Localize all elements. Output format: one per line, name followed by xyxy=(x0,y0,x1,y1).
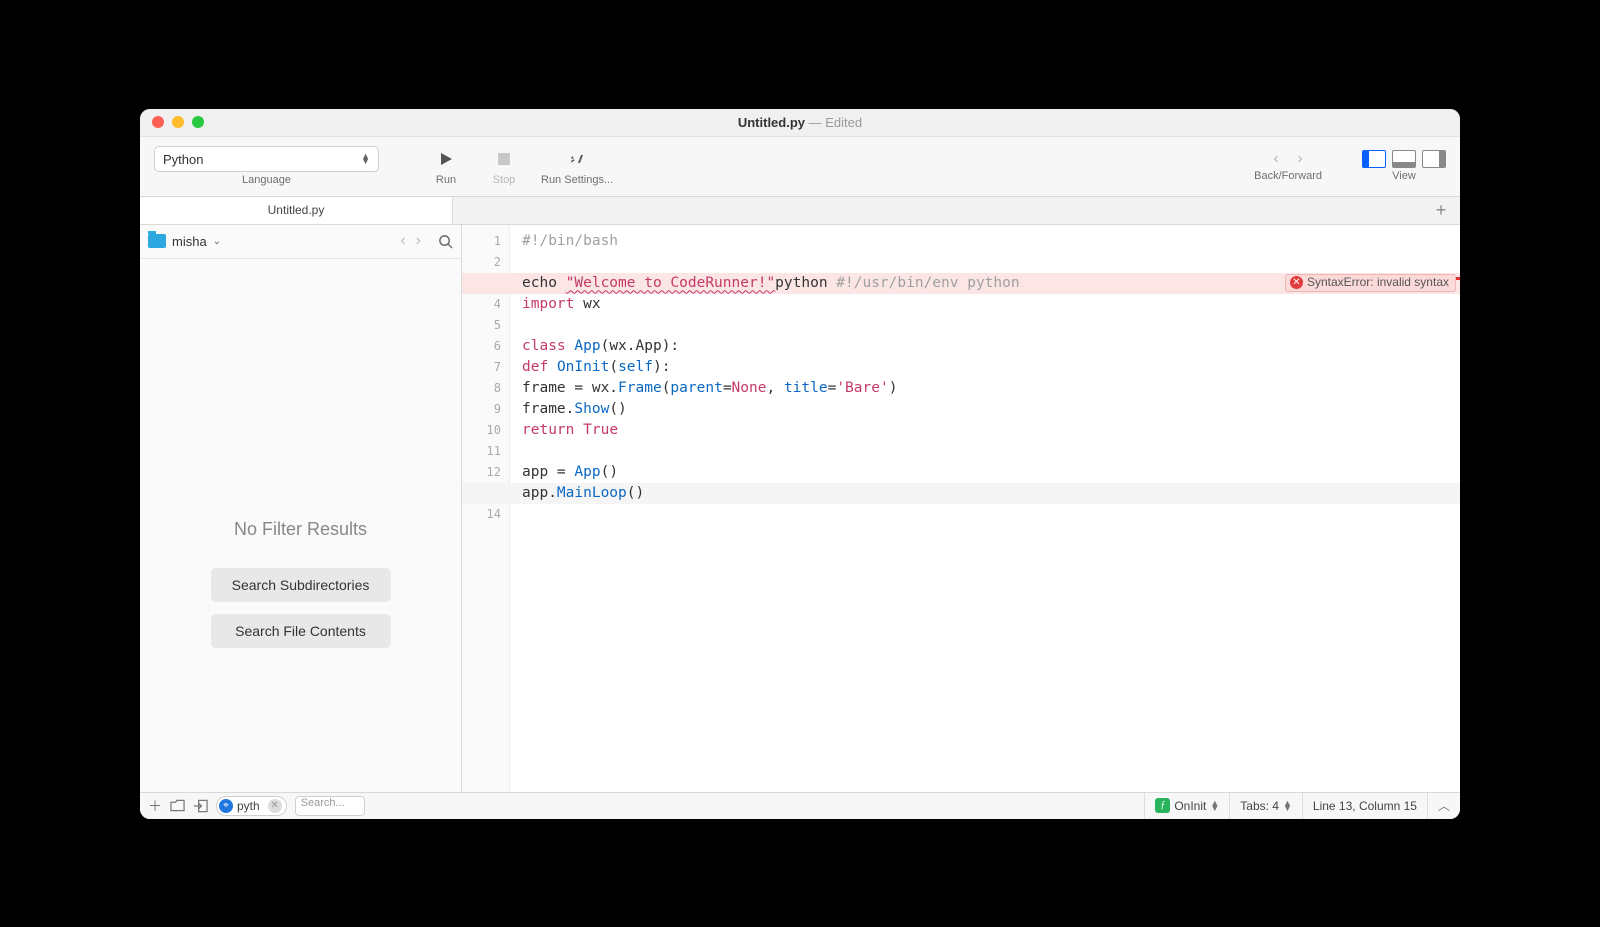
view-bottom-panel-button[interactable] xyxy=(1392,150,1416,168)
title-filename: Untitled.py xyxy=(738,115,805,130)
search-icon[interactable] xyxy=(438,234,453,249)
backforward-label: Back/Forward xyxy=(1254,170,1322,182)
view-buttons xyxy=(1362,150,1446,168)
run-label: Run xyxy=(436,174,456,186)
tab-untitled[interactable]: Untitled.py xyxy=(140,197,453,224)
no-filter-results-text: No Filter Results xyxy=(234,519,367,540)
statusbar: ＋ ⌖ pyth ✕ Search... ƒ OnInit ▲▼ Tabs: 4 xyxy=(140,792,1460,819)
back-button[interactable]: ‹ xyxy=(1266,150,1286,168)
main: misha ⌄ ‹ › No Filter Results Search Sub… xyxy=(140,225,1460,792)
updown-icon: ▲▼ xyxy=(361,154,370,164)
search-subdirectories-button[interactable]: Search Subdirectories xyxy=(211,568,391,602)
stop-label: Stop xyxy=(493,174,516,186)
statusbar-search-input[interactable]: Search... xyxy=(295,796,365,816)
search-file-contents-button[interactable]: Search File Contents xyxy=(211,614,391,648)
language-label: Language xyxy=(242,174,291,186)
view-label: View xyxy=(1392,170,1416,182)
sidebar-body: No Filter Results Search Subdirectories … xyxy=(140,259,461,792)
run-settings-button[interactable] xyxy=(560,146,594,172)
add-tab-button[interactable]: + xyxy=(1428,197,1454,224)
chevron-down-icon[interactable]: ⌄ xyxy=(213,236,221,247)
sidebar-forward-button[interactable]: › xyxy=(411,232,426,250)
symbol-name: OnInit xyxy=(1174,799,1206,813)
chevron-cell[interactable]: ︿ xyxy=(1427,793,1460,819)
editor[interactable]: 1234567891011121314 #!/bin/bashecho "Wel… xyxy=(462,225,1460,792)
title-status: — Edited xyxy=(809,115,863,130)
position-cell[interactable]: Line 13, Column 15 xyxy=(1302,793,1427,819)
stop-button[interactable] xyxy=(487,146,521,172)
import-icon[interactable] xyxy=(193,799,208,813)
function-icon: ƒ xyxy=(1155,798,1170,813)
forward-button[interactable]: › xyxy=(1290,150,1310,168)
sidebar: misha ⌄ ‹ › No Filter Results Search Sub… xyxy=(140,225,462,792)
error-badge[interactable]: ✕SyntaxError: invalid syntax xyxy=(1285,274,1456,292)
cursor-position: Line 13, Column 15 xyxy=(1313,799,1417,813)
folder-icon xyxy=(148,234,166,248)
back-forward-buttons: ‹ › xyxy=(1266,150,1310,168)
run-settings-label: Run Settings... xyxy=(541,174,613,186)
run-button[interactable] xyxy=(429,146,463,172)
statusbar-left: ＋ ⌖ pyth ✕ Search... xyxy=(140,796,462,816)
sidebar-back-button[interactable]: ‹ xyxy=(395,232,410,250)
folder-name[interactable]: misha xyxy=(172,234,207,249)
gutter: 1234567891011121314 xyxy=(462,225,510,792)
symbol-cell[interactable]: ƒ OnInit ▲▼ xyxy=(1144,793,1229,819)
window-title: Untitled.py — Edited xyxy=(140,115,1460,130)
clear-filter-button[interactable]: ✕ xyxy=(268,799,282,813)
language-value: Python xyxy=(163,152,203,167)
statusbar-right: ƒ OnInit ▲▼ Tabs: 4 ▲▼ Line 13, Column 1… xyxy=(1144,793,1460,819)
app-window: Untitled.py — Edited Python ▲▼ Language … xyxy=(140,109,1460,819)
tabs-cell[interactable]: Tabs: 4 ▲▼ xyxy=(1229,793,1302,819)
titlebar: Untitled.py — Edited xyxy=(140,109,1460,137)
tabstrip: Untitled.py + xyxy=(140,197,1460,225)
folder-outline-icon[interactable] xyxy=(170,799,185,812)
view-left-panel-button[interactable] xyxy=(1362,150,1386,168)
toolbar: Python ▲▼ Language Run Stop Run Settings… xyxy=(140,137,1460,197)
view-right-panel-button[interactable] xyxy=(1422,150,1446,168)
chevron-up-icon: ︿ xyxy=(1438,797,1450,814)
updown-icon: ▲▼ xyxy=(1210,801,1219,811)
filter-type-icon: ⌖ xyxy=(219,799,233,813)
code-area[interactable]: #!/bin/bashecho "Welcome to CodeRunner!"… xyxy=(510,225,1460,792)
sidebar-nav: ‹ › xyxy=(395,232,426,250)
tabs-value: Tabs: 4 xyxy=(1240,799,1279,813)
sidebar-header: misha ⌄ ‹ › xyxy=(140,225,461,259)
language-select[interactable]: Python ▲▼ xyxy=(154,146,379,172)
filter-pill[interactable]: ⌖ pyth ✕ xyxy=(216,796,287,816)
updown-icon: ▲▼ xyxy=(1283,801,1292,811)
filter-text: pyth xyxy=(237,799,260,813)
add-icon[interactable]: ＋ xyxy=(148,796,162,816)
